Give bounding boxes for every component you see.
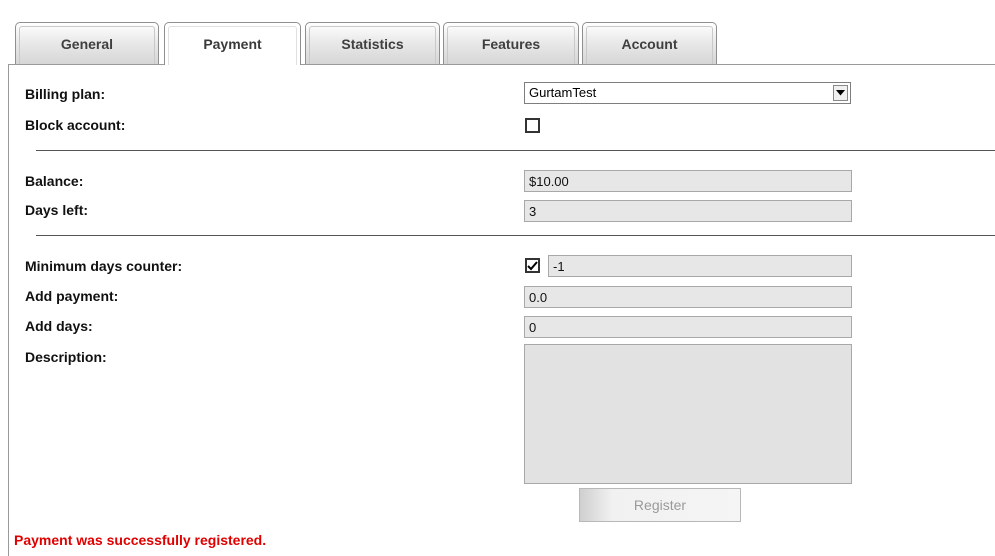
tab-features[interactable]: Features — [443, 22, 579, 64]
min-days-counter-checkbox[interactable] — [525, 258, 540, 273]
days-left-field[interactable] — [524, 200, 852, 222]
balance-field[interactable] — [524, 170, 852, 192]
balance-label: Balance: — [25, 173, 84, 189]
min-days-counter-label: Minimum days counter: — [25, 258, 183, 274]
block-account-checkbox[interactable] — [525, 118, 540, 133]
add-payment-field[interactable] — [524, 286, 852, 308]
tab-bar-divider — [8, 64, 995, 65]
min-days-counter-field[interactable] — [548, 255, 852, 277]
add-days-label: Add days: — [25, 318, 93, 334]
description-textarea[interactable] — [524, 344, 852, 484]
section-divider — [36, 235, 995, 236]
tab-general[interactable]: General — [15, 22, 159, 64]
panel-left-border — [8, 64, 9, 556]
tab-label: General — [60, 35, 114, 52]
tab-payment[interactable]: Payment — [164, 22, 301, 65]
tab-label: Features — [481, 35, 541, 52]
dropdown-arrow-icon[interactable] — [833, 85, 848, 101]
tab-label: Account — [621, 35, 678, 52]
add-days-field[interactable] — [524, 316, 852, 338]
days-left-label: Days left: — [25, 202, 89, 218]
section-divider — [36, 150, 995, 151]
add-payment-label: Add payment: — [25, 288, 119, 304]
block-account-label: Block account: — [25, 117, 126, 133]
tab-account[interactable]: Account — [582, 22, 717, 64]
checkmark-icon — [527, 260, 538, 270]
tab-statistics[interactable]: Statistics — [305, 22, 440, 64]
register-button[interactable]: Register — [579, 488, 741, 522]
tab-label: Statistics — [341, 35, 404, 52]
billing-plan-value: GurtamTest — [529, 85, 597, 100]
tab-label: Payment — [203, 36, 262, 52]
billing-plan-label: Billing plan: — [25, 86, 106, 102]
status-message: Payment was successfully registered. — [14, 532, 267, 548]
description-label: Description: — [25, 349, 107, 365]
billing-plan-select[interactable]: GurtamTest — [524, 82, 851, 104]
